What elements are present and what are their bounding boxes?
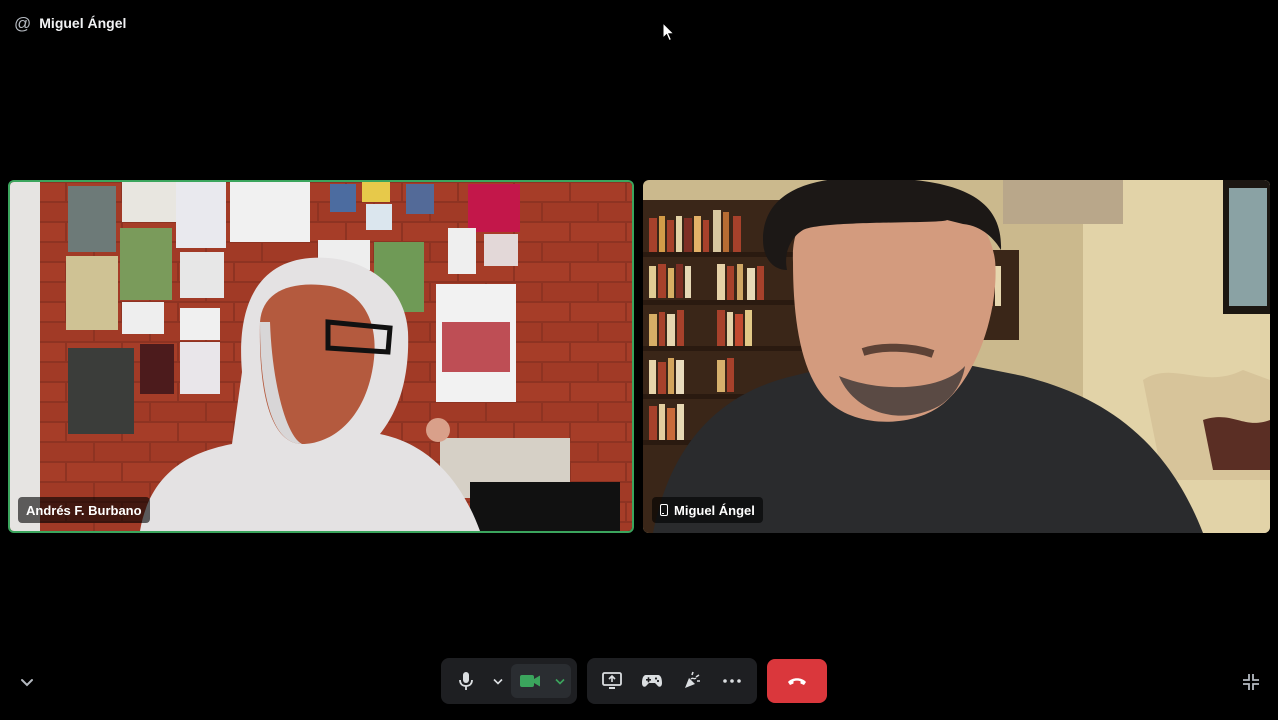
chevron-down-icon bbox=[493, 678, 503, 685]
av-controls-group bbox=[441, 658, 577, 704]
call-controls bbox=[441, 658, 827, 704]
video-feed-andres bbox=[10, 182, 632, 531]
at-sign-icon: @ bbox=[14, 13, 32, 33]
mute-button[interactable] bbox=[447, 664, 485, 698]
share-screen-icon bbox=[602, 672, 622, 689]
nameplate-andres: Andrés F. Burbano bbox=[18, 497, 150, 523]
participant-name: Miguel Ángel bbox=[674, 502, 755, 518]
mic-options-button[interactable] bbox=[487, 664, 509, 698]
soundboard-icon bbox=[685, 671, 700, 688]
mobile-device-icon bbox=[660, 504, 668, 516]
camera-split-button bbox=[511, 664, 571, 698]
camera-toggle-button[interactable] bbox=[511, 664, 549, 698]
hang-up-icon bbox=[788, 678, 806, 685]
chevron-down-icon bbox=[555, 678, 565, 685]
leave-call-button[interactable] bbox=[767, 659, 827, 703]
video-camera-icon bbox=[520, 675, 540, 687]
activities-button[interactable] bbox=[633, 664, 671, 698]
mouse-cursor-icon bbox=[662, 22, 676, 42]
exit-fullscreen-button[interactable] bbox=[1240, 671, 1262, 693]
participant-name: Andrés F. Burbano bbox=[26, 502, 142, 518]
call-header: @ Miguel Ángel bbox=[14, 12, 126, 34]
chevron-down-icon bbox=[21, 679, 33, 687]
more-options-icon bbox=[723, 679, 741, 683]
soundboard-button[interactable] bbox=[673, 664, 711, 698]
video-tile-miguel[interactable]: Miguel Ángel bbox=[643, 180, 1270, 533]
activity-controls-group bbox=[587, 658, 757, 704]
collapse-arrows-icon bbox=[1243, 674, 1259, 690]
collapse-chevron-button[interactable] bbox=[16, 672, 38, 694]
share-screen-button[interactable] bbox=[593, 664, 631, 698]
gamepad-icon bbox=[642, 675, 662, 687]
more-options-button[interactable] bbox=[713, 664, 751, 698]
microphone-icon bbox=[459, 672, 473, 690]
nameplate-miguel: Miguel Ángel bbox=[652, 497, 763, 523]
video-feed-miguel bbox=[643, 180, 1270, 533]
camera-options-button[interactable] bbox=[549, 664, 571, 698]
channel-title[interactable]: Miguel Ángel bbox=[39, 15, 126, 31]
video-tile-andres[interactable]: Andrés F. Burbano bbox=[8, 180, 634, 533]
